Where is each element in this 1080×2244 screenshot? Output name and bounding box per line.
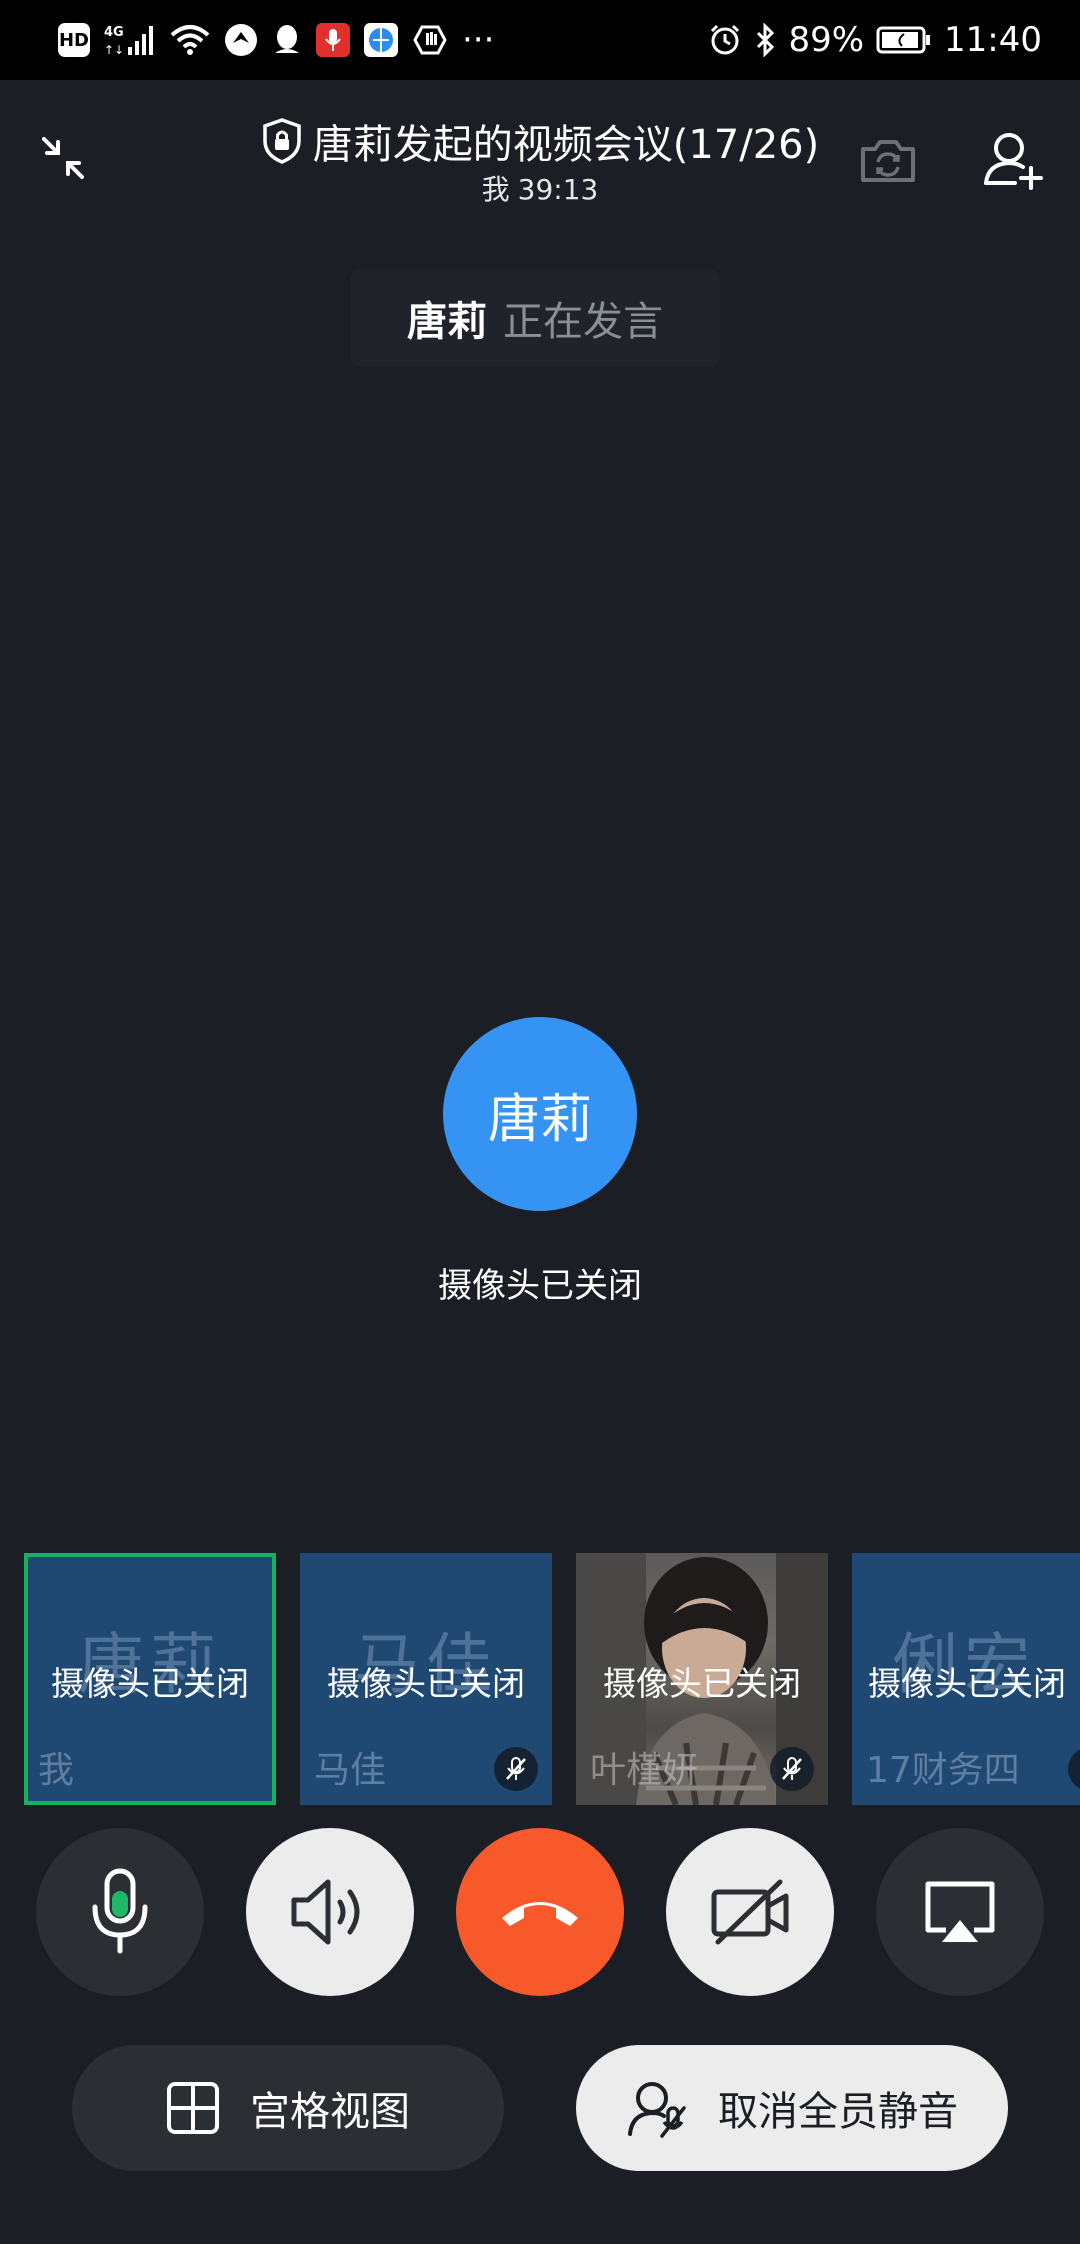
grid-view-icon [167, 2082, 219, 2134]
hang-up-icon [502, 1902, 578, 1926]
microphone-icon [92, 1868, 148, 1954]
tile-camera-status: 摄像头已关闭 [51, 1664, 249, 1703]
muted-mic-icon [770, 1747, 814, 1791]
add-participant-button[interactable] [976, 124, 1050, 196]
unmute-all-icon [628, 2082, 686, 2138]
switch-camera-icon [861, 140, 915, 182]
participant-tile-me[interactable]: 唐莉 摄像头已关闭 我 [24, 1553, 276, 1805]
alarm-icon [708, 23, 742, 57]
tile-camera-status: 摄像头已关闭 [868, 1664, 1066, 1703]
screen-share-icon [925, 1881, 995, 1942]
active-speaker-name: 唐莉 [407, 299, 487, 345]
hd-icon: HD [58, 23, 90, 57]
meeting-title-bar: 唐莉发起的视频会议(17/26) [250, 112, 830, 170]
participant-strip[interactable]: 唐莉 摄像头已关闭 我 马佳 摄像头已关闭 马佳 摄像头已关闭 叶槿妍 俐宏 摄… [0, 1553, 1080, 1807]
screen-share-button[interactable] [876, 1828, 1044, 1996]
grid-view-button[interactable]: 宫格视图 [72, 2045, 504, 2171]
qq-icon [272, 23, 302, 57]
battery-percent: 89% [788, 20, 865, 60]
bluetooth-icon [754, 23, 776, 57]
tile-participant-name: 我 [38, 1750, 75, 1791]
shield-lock-icon [263, 118, 301, 164]
microphone-button[interactable] [36, 1828, 204, 1996]
main-camera-status: 摄像头已关闭 [438, 1266, 642, 1306]
hand-icon [412, 23, 448, 57]
main-avatar: 唐莉 [443, 1017, 637, 1211]
hang-up-button[interactable] [456, 1828, 624, 1996]
tile-participant-name: 叶槿妍 [590, 1750, 699, 1791]
participant-tile[interactable]: 马佳 摄像头已关闭 马佳 [300, 1553, 552, 1805]
duration-value: 39:13 [517, 173, 599, 206]
speaker-icon [291, 1879, 360, 1945]
active-speaker-banner: 唐莉 正在发言 [350, 270, 720, 366]
browser-icon [364, 23, 398, 57]
tile-camera-status: 摄像头已关闭 [327, 1664, 525, 1703]
wifi-icon [170, 23, 210, 57]
switch-camera-button[interactable] [852, 128, 924, 192]
unmute-all-button[interactable]: 取消全员静音 [576, 2045, 1008, 2171]
signal-icon: 4G ↑↓ [104, 23, 156, 57]
tile-participant-name: 马佳 [314, 1750, 387, 1791]
svg-text:↑↓: ↑↓ [104, 43, 124, 57]
tile-camera-status: 摄像头已关闭 [603, 1664, 801, 1703]
muted-mic-icon [1068, 1747, 1080, 1791]
participant-tile[interactable]: 摄像头已关闭 叶槿妍 [576, 1553, 828, 1805]
muted-mic-icon [494, 1747, 538, 1791]
participant-tile[interactable]: 俐宏 摄像头已关闭 17财务四 [852, 1553, 1080, 1805]
status-bar: HD 4G ↑↓ ··· 89% 11:40 [0, 0, 1080, 80]
camera-toggle-button[interactable] [666, 1828, 834, 1996]
meeting-title: 唐莉发起的视频会议(17/26) [312, 122, 820, 168]
unmute-all-label: 取消全员静音 [718, 2089, 958, 2135]
active-speaker-status: 正在发言 [503, 299, 663, 345]
grid-view-label: 宫格视图 [250, 2089, 410, 2135]
more-icon: ··· [462, 20, 495, 60]
add-user-icon [984, 133, 1043, 190]
video-meeting-screen: HD 4G ↑↓ ··· 89% 11:40 唐莉发起的视频会议(17/26) … [0, 0, 1080, 2244]
mic-recording-icon [316, 23, 350, 57]
battery-icon [876, 25, 932, 55]
svg-text:4G: 4G [104, 25, 124, 40]
speaker-button[interactable] [246, 1828, 414, 1996]
camera-off-icon [711, 1879, 789, 1945]
tile-participant-name: 17财务四 [866, 1750, 1020, 1791]
clock: 11:40 [944, 20, 1042, 60]
app-notify-icon [224, 23, 258, 57]
self-label: 我 [481, 173, 510, 206]
